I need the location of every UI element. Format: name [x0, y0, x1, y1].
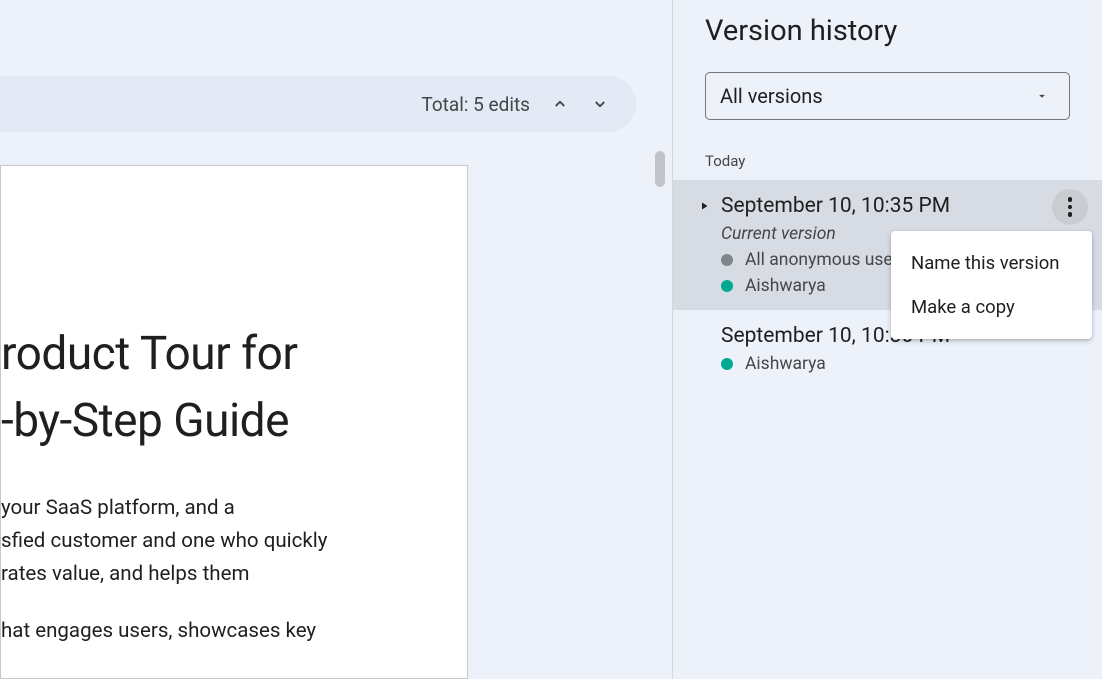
document-title: roduct Tour for -by-Step Guide — [1, 321, 467, 454]
make-copy-menuitem[interactable]: Make a copy — [891, 285, 1092, 329]
name-version-menuitem[interactable]: Name this version — [891, 241, 1092, 285]
sidebar-title: Version history — [673, 0, 1102, 48]
next-edit-button[interactable] — [584, 88, 616, 120]
version-history-sidebar: Version history All versions Today Septe… — [672, 0, 1102, 679]
version-context-menu: Name this version Make a copy — [891, 231, 1092, 339]
document-page[interactable]: roduct Tour for -by-Step Guide your SaaS… — [0, 165, 468, 679]
scroll-indicator[interactable] — [655, 151, 665, 187]
version-filter-select[interactable]: All versions — [705, 72, 1070, 120]
chevron-up-icon — [551, 95, 569, 113]
editor-row: Aishwarya — [721, 354, 1084, 374]
chevron-down-icon — [591, 95, 609, 113]
dropdown-arrow-icon — [1035, 89, 1049, 103]
edits-total-text: Total: 5 edits — [421, 93, 530, 116]
version-header: September 10, 10:35 PM — [697, 194, 1084, 218]
prev-edit-button[interactable] — [544, 88, 576, 120]
editor-name: All anonymous users — [745, 250, 908, 270]
expand-icon[interactable] — [697, 200, 711, 212]
main-document-area: Total: 5 edits roduct Tour for -by-Step … — [0, 0, 672, 679]
section-label-today: Today — [673, 120, 1102, 180]
version-timestamp: September 10, 10:35 PM — [721, 194, 950, 218]
document-body: your SaaS platform, and a sfied customer… — [1, 492, 467, 647]
version-filter-label: All versions — [720, 84, 823, 108]
editor-color-dot — [721, 358, 733, 370]
editor-color-dot — [721, 254, 733, 266]
version-actions-button[interactable] — [1052, 189, 1088, 225]
edits-bar: Total: 5 edits — [0, 76, 636, 132]
editor-name: Aishwarya — [745, 354, 826, 374]
triangle-right-icon — [698, 200, 710, 212]
editor-color-dot — [721, 280, 733, 292]
more-vert-icon — [1068, 197, 1073, 217]
editor-name: Aishwarya — [745, 276, 826, 296]
